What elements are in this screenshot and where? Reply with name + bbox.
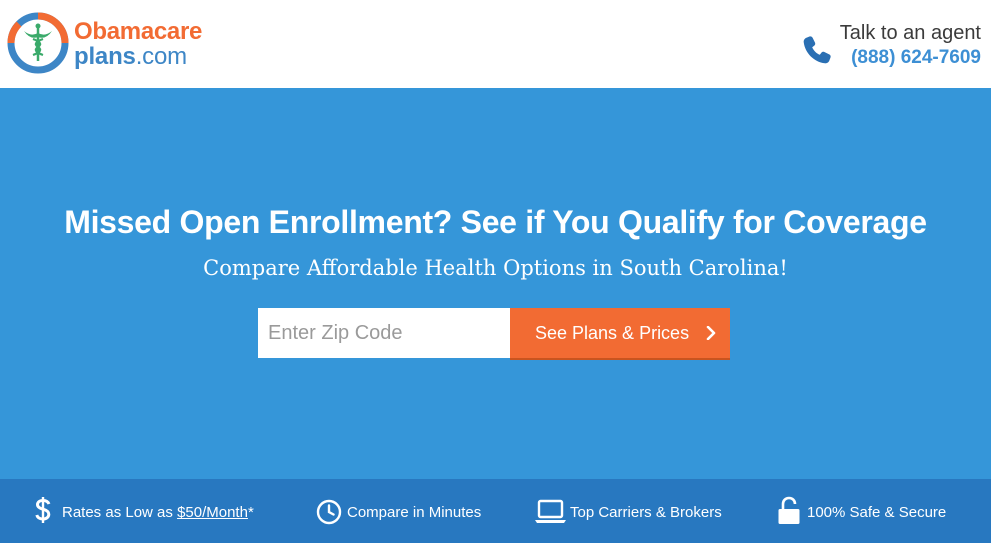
hero-title: Missed Open Enrollment? See if You Quali… (64, 204, 927, 240)
feature-safe-secure-text: 100% Safe & Secure (807, 504, 947, 521)
logo-wordmark: Obamacare plans.com (74, 20, 202, 69)
dollar-icon (35, 497, 51, 523)
clock-icon (316, 499, 342, 525)
feature-low-rates-prefix: Rates as Low as (62, 504, 178, 521)
rates-link[interactable]: $50/Month (177, 504, 248, 521)
feature-safe-secure: 100% Safe & Secure (777, 479, 977, 543)
logo-text-dotcom: .com (135, 43, 187, 70)
agent-phone-number[interactable]: (888) 624-7609 (851, 47, 981, 69)
lock-icon (778, 496, 800, 524)
zip-code-input[interactable] (258, 308, 510, 358)
logo-text-plans-main: plans (74, 43, 136, 70)
hero-subtitle: Compare Affordable Health Options in Sou… (203, 256, 788, 280)
feature-low-rates-asterisk: * (247, 504, 254, 521)
see-plans-button-label: See Plans & Prices (535, 322, 690, 343)
logo-text-obamacare: Obamacare (74, 18, 203, 45)
laptop-icon (535, 499, 566, 523)
agent-label: Talk to an agent (839, 22, 981, 44)
chevron-right-icon (706, 326, 716, 341)
feature-top-carriers: Top Carriers & Brokers (534, 479, 744, 543)
site-header: Obamacare plans.com Talk to an agent (88… (0, 0, 991, 88)
phone-icon (803, 36, 831, 64)
hero-section: Missed Open Enrollment? See if You Quali… (0, 88, 991, 479)
call-agent-link[interactable]: Talk to an agent (888) 624-7609 (801, 22, 981, 70)
feature-low-rates-text: Rates as Low as $50/Month* (62, 504, 254, 521)
feature-low-rates: Rates as Low as $50/Month* (33, 479, 283, 543)
feature-compare-minutes: Compare in Minutes (316, 479, 506, 543)
feature-top-carriers-text: Top Carriers & Brokers (570, 504, 722, 521)
caduceus-logo-icon (7, 12, 69, 74)
features-bar: Rates as Low as $50/Month* Compare in Mi… (0, 479, 991, 543)
feature-compare-minutes-text: Compare in Minutes (347, 504, 482, 521)
site-logo[interactable]: Obamacare plans.com (6, 10, 236, 76)
logo-text-plans: plans.com (74, 45, 202, 69)
see-plans-button[interactable]: See Plans & Prices (510, 308, 730, 358)
